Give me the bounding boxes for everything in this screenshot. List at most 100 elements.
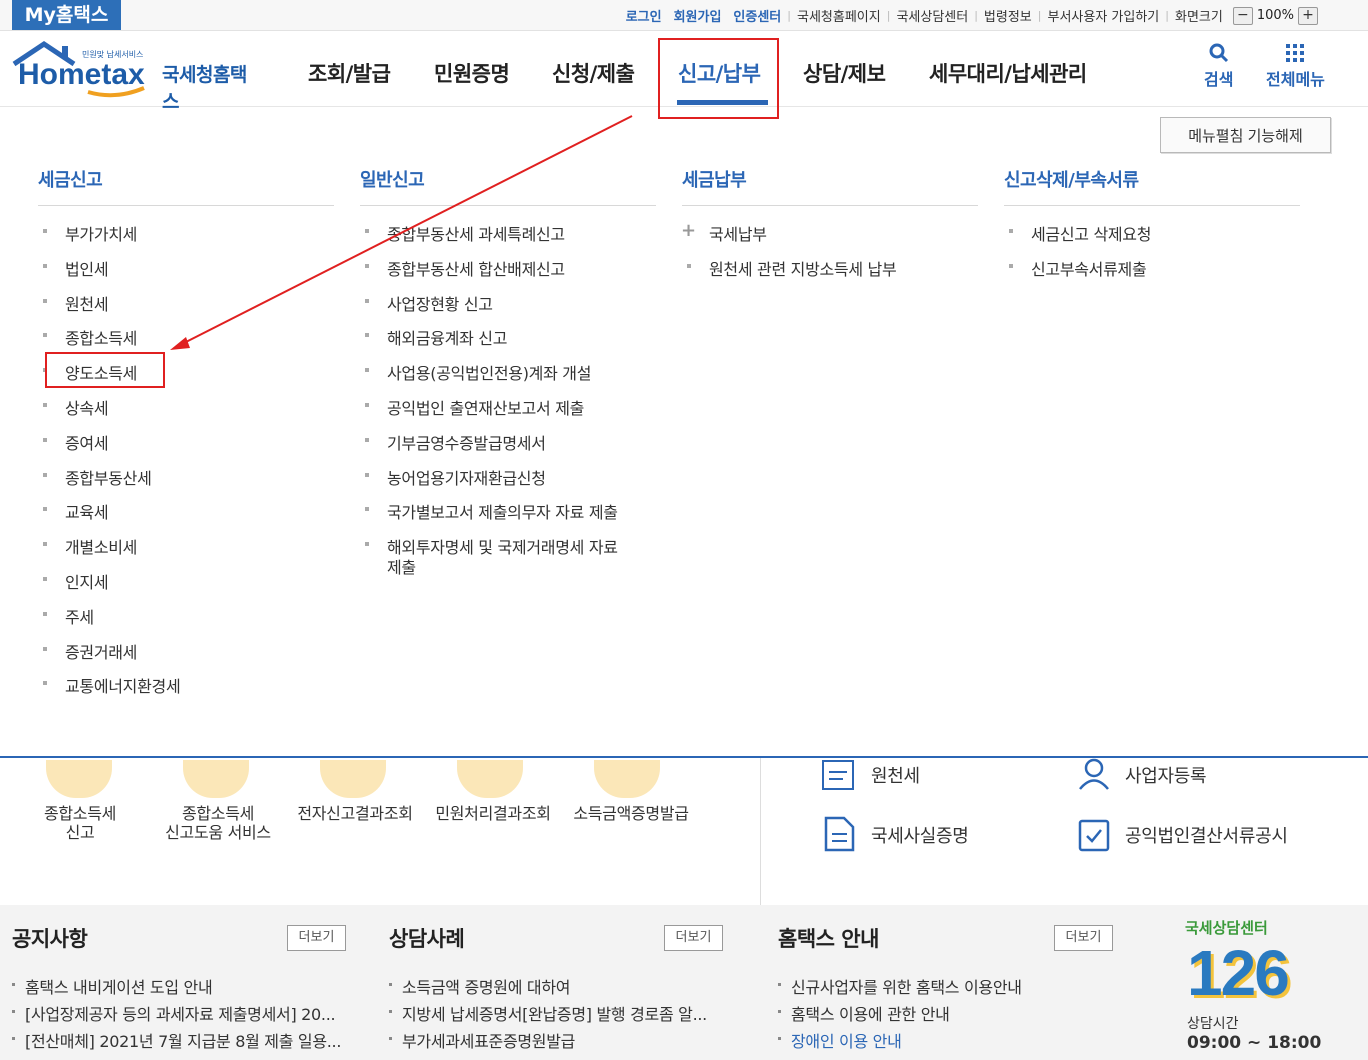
dropdown-menu-item[interactable]: 사업용(공익법인전용)계좌 개설 bbox=[387, 360, 591, 384]
dropdown-menu-item[interactable]: 부가가치세 bbox=[65, 221, 137, 245]
zoom-out-button[interactable]: − bbox=[1232, 6, 1253, 25]
income-cert-icon[interactable] bbox=[594, 760, 660, 798]
panel-bottom-border bbox=[0, 756, 1368, 758]
guide-list-item[interactable]: 장애인 이용 안내 bbox=[791, 1028, 902, 1052]
dropdown-menu-item[interactable]: 국가별보고서 제출의무자 자료 제출 bbox=[387, 499, 618, 523]
law-info-link[interactable]: 법령정보 bbox=[978, 6, 1038, 25]
call-center-hours-label: 상담시간 bbox=[1187, 1016, 1239, 1032]
gnb-civil-certificate[interactable]: 민원증명 bbox=[434, 58, 510, 88]
login-link[interactable]: 로그인 bbox=[620, 6, 668, 25]
dropdown-menu-item[interactable]: 원천세 bbox=[65, 291, 109, 315]
gnb-inquiry-issue[interactable]: 조회/발급 bbox=[308, 58, 391, 88]
bullet-icon bbox=[12, 1010, 15, 1013]
column-title-tax-payment[interactable]: 세금납부 bbox=[682, 166, 747, 192]
expand-plus-icon[interactable]: + bbox=[681, 222, 696, 240]
divider bbox=[682, 205, 978, 206]
cases-list-item[interactable]: 소득금액 증명원에 대하여 bbox=[402, 974, 571, 998]
dropdown-menu-item[interactable]: 공익법인 출연재산보고서 제출 bbox=[387, 395, 584, 419]
bullet-icon bbox=[389, 1037, 392, 1040]
quick-tax-fact-cert[interactable]: 국세사실증명 bbox=[871, 822, 969, 848]
guide-list-item[interactable]: 신규사업자를 위한 홈택스 이용안내 bbox=[791, 974, 1022, 998]
bullet-icon bbox=[12, 983, 15, 986]
logo-service-name: 국세청홈택스 bbox=[162, 64, 247, 113]
cases-more-button[interactable]: 더보기 bbox=[664, 925, 723, 951]
notices-list-item[interactable]: [사업장제공자 등의 과세자료 제출명세서] 20... bbox=[25, 1001, 336, 1025]
notices-title: 공지사항 bbox=[12, 927, 88, 951]
dropdown-menu-item[interactable]: 인지세 bbox=[65, 569, 109, 593]
search-icon bbox=[1209, 43, 1228, 63]
service-income-cert[interactable]: 소득금액증명발급 bbox=[564, 804, 698, 823]
dropdown-menu-item[interactable]: 원천세 관련 지방소득세 납부 bbox=[709, 256, 897, 280]
dropdown-menu-item[interactable]: 신고부속서류제출 bbox=[1031, 256, 1147, 280]
cert-center-link[interactable]: 인증센터 bbox=[727, 6, 787, 25]
dropdown-menu-item[interactable]: 농어업용기자재환급신청 bbox=[387, 465, 546, 489]
civil-result-icon[interactable] bbox=[457, 760, 523, 798]
person-icon bbox=[1079, 758, 1109, 790]
gnb-consult-report[interactable]: 상담/제보 bbox=[803, 58, 886, 88]
dropdown-menu-item[interactable]: 교육세 bbox=[65, 499, 109, 523]
bullet-icon bbox=[43, 646, 47, 651]
cases-list-item[interactable]: 지방세 납세증명서[완납증명] 발행 경로좀 알... bbox=[402, 1001, 707, 1025]
dropdown-menu-item[interactable]: 해외투자명세 및 국제거래명세 자료 bbox=[387, 534, 618, 558]
dropdown-menu-item[interactable]: 종합소득세 bbox=[65, 325, 137, 349]
clipboard-check-icon bbox=[1078, 819, 1110, 852]
service-e-filing-result[interactable]: 전자신고결과조회 bbox=[288, 804, 422, 823]
dropdown-menu-item[interactable]: 교통에너지환경세 bbox=[65, 673, 181, 697]
income-tax-help-icon[interactable] bbox=[183, 760, 249, 798]
e-filing-result-icon[interactable] bbox=[320, 760, 386, 798]
annotation-highlight-box bbox=[658, 38, 779, 119]
bullet-icon bbox=[1009, 229, 1013, 233]
notices-more-button[interactable]: 더보기 bbox=[287, 925, 346, 951]
call-center-126-banner[interactable]: 국세상담센터 126 상담시간 09:00 ~ 18:00 bbox=[1185, 917, 1345, 1057]
dropdown-menu-item[interactable]: 증권거래세 bbox=[65, 639, 137, 663]
quick-public-corp-disclosure[interactable]: 공익법인결산서류공시 bbox=[1125, 822, 1288, 848]
gnb-tax-agent[interactable]: 세무대리/납세관리 bbox=[929, 58, 1087, 88]
notices-list-item[interactable]: [전산매체] 2021년 7월 지급분 8월 제출 일용... bbox=[25, 1028, 341, 1052]
signup-link[interactable]: 회원가입 bbox=[668, 6, 728, 25]
bullet-icon bbox=[43, 681, 47, 686]
logo-wordmark: Hometax bbox=[18, 58, 145, 91]
dropdown-menu-item[interactable]: 상속세 bbox=[65, 395, 109, 419]
cases-title: 상담사례 bbox=[389, 927, 465, 951]
dept-user-signup-link[interactable]: 부서사용자 가입하기 bbox=[1041, 6, 1165, 25]
dropdown-menu-item[interactable]: 기부금영수증발급명세서 bbox=[387, 430, 546, 454]
nts-homepage-link[interactable]: 국세청홈페이지 bbox=[791, 6, 887, 25]
quick-withholding-tax[interactable]: 원천세 bbox=[871, 762, 920, 788]
income-tax-report-icon[interactable] bbox=[46, 760, 112, 798]
all-menu-button[interactable]: 전체메뉴 bbox=[1266, 42, 1325, 90]
column-title-delete-attachments[interactable]: 신고삭제/부속서류 bbox=[1004, 166, 1139, 192]
hometax-logo[interactable]: Hometax 민원맞 납세서비스 국세청홈택스 bbox=[12, 40, 262, 113]
dropdown-menu-item[interactable]: 종합부동산세 bbox=[65, 465, 152, 489]
column-title-tax-report[interactable]: 세금신고 bbox=[38, 166, 103, 192]
cases-list-item[interactable]: 부가세과세표준증명원발급 bbox=[402, 1028, 575, 1052]
zoom-in-button[interactable]: + bbox=[1298, 6, 1318, 25]
dropdown-menu-item[interactable]: 개별소비세 bbox=[65, 534, 137, 558]
guide-title: 홈택스 안내 bbox=[778, 927, 879, 951]
guide-more-button[interactable]: 더보기 bbox=[1054, 925, 1113, 951]
annotation-highlight-box bbox=[45, 352, 165, 388]
bullet-icon bbox=[43, 229, 47, 233]
dropdown-menu-item[interactable]: 증여세 bbox=[65, 430, 109, 454]
dropdown-menu-item[interactable]: 국세납부 bbox=[709, 221, 767, 245]
service-income-tax-help[interactable]: 종합소득세 신고도움 서비스 bbox=[150, 804, 286, 842]
guide-list-item[interactable]: 홈택스 이용에 관한 안내 bbox=[791, 1001, 950, 1025]
consult-center-link[interactable]: 국세상담센터 bbox=[890, 6, 974, 25]
bullet-icon bbox=[43, 437, 47, 442]
notices-list-item[interactable]: 홈택스 내비게이션 도입 안내 bbox=[25, 974, 213, 998]
zoom-control: − 100% + bbox=[1232, 6, 1318, 25]
quick-business-registration[interactable]: 사업자등록 bbox=[1125, 762, 1207, 788]
search-button[interactable]: 검색 bbox=[1204, 42, 1233, 90]
bullet-icon bbox=[43, 507, 47, 512]
my-hometax-button[interactable]: My홈택스 bbox=[12, 0, 121, 30]
call-center-number: 126 bbox=[1187, 937, 1290, 1009]
dropdown-menu-item[interactable]: 주세 bbox=[65, 604, 94, 628]
dropdown-menu-item[interactable]: 세금신고 삭제요청 bbox=[1031, 221, 1151, 245]
dropdown-menu-item[interactable]: 법인세 bbox=[65, 256, 109, 280]
bullet-icon bbox=[43, 611, 47, 616]
service-income-tax-report[interactable]: 종합소득세 신고 bbox=[14, 804, 146, 842]
dropdown-menu-item[interactable]: 제출 bbox=[387, 554, 416, 578]
menu-unfold-toggle-button[interactable]: 메뉴펼침 기능해제 bbox=[1160, 117, 1331, 153]
gnb-apply-submit[interactable]: 신청/제출 bbox=[552, 58, 635, 88]
service-civil-result[interactable]: 민원처리결과조회 bbox=[426, 804, 560, 823]
bullet-icon bbox=[43, 577, 47, 581]
